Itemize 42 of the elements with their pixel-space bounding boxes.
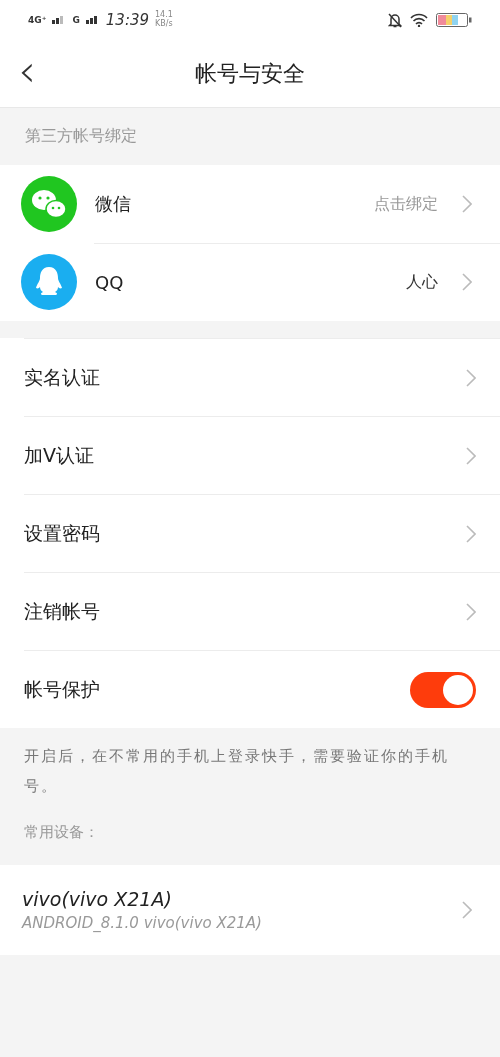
account-row[interactable]: QQ 人心 [0, 243, 500, 321]
section-heading: 常用设备： [24, 823, 99, 842]
account-name: QQ [95, 271, 125, 293]
battery-icon [436, 13, 472, 27]
chevron-icon [466, 602, 476, 621]
setting-label: 帐号保护 [24, 676, 101, 702]
signal-icon [85, 16, 100, 24]
settings-row[interactable]: 加V认证 [24, 416, 500, 494]
muted-bell-icon [388, 12, 402, 28]
section-heading: 第三方帐号绑定 [25, 126, 137, 147]
settings-row[interactable]: 实名认证 [24, 338, 500, 416]
chevron-icon [466, 368, 476, 387]
setting-label: 加V认证 [24, 442, 95, 468]
penguin-icon[interactable] [21, 254, 77, 310]
chevron-icon [462, 195, 472, 213]
settings-row[interactable]: 设置密码 [24, 494, 500, 572]
wifi-icon [410, 13, 428, 27]
speed-value: 14.1 [155, 11, 173, 20]
page-title: 帐号与安全 [195, 60, 305, 86]
network-label: 4G⁺ [28, 15, 47, 25]
chat-bubbles-icon[interactable] [21, 176, 77, 232]
device-name: vivo(vivo X21A) [22, 888, 173, 910]
network-label: G [72, 15, 80, 25]
binding-status: 人心 [406, 271, 438, 293]
speed-unit: KB/s [155, 20, 173, 29]
account-row[interactable]: 微信 点击绑定 [0, 165, 500, 243]
binding-status: 点击绑定 [374, 193, 438, 215]
protection-note: 开启后，在不常用的手机上登录快手，需要验证你的手机号。 [24, 747, 449, 795]
back-button[interactable]: ‹ [0, 48, 40, 99]
setting-label: 设置密码 [24, 520, 101, 546]
chevron-icon [466, 524, 476, 543]
device-details: ANDROID_8.1.0 vivo(vivo X21A) [22, 914, 263, 932]
setting-label: 注销帐号 [24, 598, 101, 624]
settings-row[interactable]: 注销帐号 [24, 572, 500, 650]
toggle-switch[interactable] [410, 671, 476, 708]
clock: 13:39 [105, 11, 150, 29]
device-row[interactable]: vivo(vivo X21A) ANDROID_8.1.0 vivo(vivo X21A) [0, 865, 500, 955]
account-name: 微信 [95, 192, 132, 216]
chevron-icon [462, 273, 472, 291]
chevron-icon [466, 446, 476, 465]
setting-label: 实名认证 [24, 364, 101, 390]
chevron-icon [462, 901, 472, 919]
